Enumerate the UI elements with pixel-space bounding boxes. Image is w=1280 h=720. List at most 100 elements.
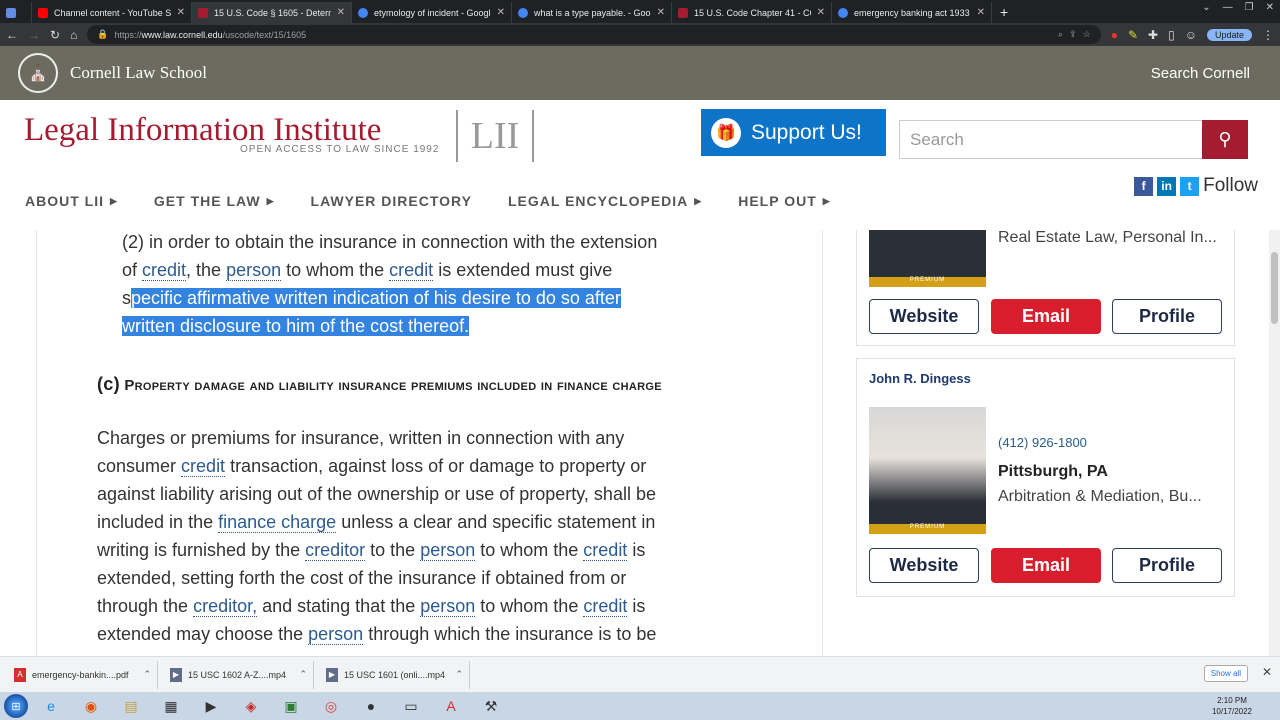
search-input[interactable] [899,120,1203,159]
folder-icon[interactable]: ▤ [114,694,148,718]
item-2-line-4: written disclosure to him of the cost th… [122,312,470,340]
link-person[interactable]: person [308,624,364,645]
link-creditor[interactable]: creditor [305,540,366,561]
website-button[interactable]: Website [869,299,979,334]
browser-tab[interactable]: what is a type payable. - Google Search✕ [512,2,672,23]
show-all-downloads-button[interactable]: Show all [1203,665,1248,682]
forward-icon[interactable]: → [28,28,40,42]
support-us-button[interactable]: 🎁 Support Us! [701,109,886,156]
close-tab-icon[interactable]: ✕ [977,7,985,18]
lii-logo-box[interactable]: LII [456,110,534,162]
nav-lawyer-directory[interactable]: LAWYER DIRECTORY [311,193,472,209]
link-finance-charge[interactable]: finance charge [218,512,337,533]
profile-button[interactable]: Profile [1112,548,1222,583]
nav-get-the-law[interactable]: GET THE LAW ▶ [154,193,275,209]
close-window-icon[interactable]: ✕ [1266,2,1274,13]
lawyer-card: PREMIUM Real Estate Law, Personal In... … [856,230,1235,346]
link-person[interactable]: person [226,260,282,281]
chevron-up-icon[interactable]: ⌃ [143,669,151,680]
zoom-icon[interactable]: ⌕ [1058,29,1063,40]
app-icon[interactable]: ◈ [234,694,268,718]
minimize-icon[interactable]: — [1223,2,1233,13]
bookmark-star-icon[interactable]: ☆ [1083,29,1091,40]
main-nav: ABOUT LII ▶ GET THE LAW ▶ LAWYER DIRECTORY… [0,172,1280,230]
browser-tab[interactable]: 15 U.S. Code Chapter 41 - CONSUMER✕ [672,2,832,23]
home-icon[interactable]: ⌂ [70,28,77,42]
control-panel-icon[interactable]: ▦ [154,694,188,718]
ie-icon[interactable]: e [34,694,68,718]
obs-icon[interactable]: ● [354,694,388,718]
link-creditor[interactable]: creditor, [193,596,258,617]
cornell-law-school-link[interactable]: Cornell Law School [70,63,207,83]
menu-dots-icon[interactable]: ⋮ [1262,28,1274,42]
item-2-line-2: of credit, the person to whom the credit… [122,260,613,281]
link-credit[interactable]: credit [142,260,187,281]
profile-avatar-icon[interactable]: ☺ [1185,28,1197,42]
linkedin-icon[interactable]: in [1157,176,1177,196]
page-scrollbar[interactable] [1269,230,1280,656]
search-cornell-link[interactable]: Search Cornell [1151,65,1250,82]
start-button[interactable]: ⊞ [4,694,28,718]
close-tab-icon[interactable]: ✕ [657,7,665,18]
chrome-icon[interactable]: ◎ [314,694,348,718]
close-tab-icon[interactable]: ✕ [817,7,825,18]
link-person[interactable]: person [420,596,476,617]
address-bar[interactable]: 🔒 https://www.law.cornell.edu/uscode/tex… [87,25,1101,44]
media-icon[interactable]: ▶ [194,694,228,718]
puzzle-icon[interactable]: ✚ [1148,28,1158,42]
acrobat-icon[interactable]: A [434,694,468,718]
share-icon[interactable]: ⇪ [1069,29,1077,40]
sidebar-icon[interactable]: ▯ [1168,28,1175,42]
browser-tab[interactable]: etymology of incident - Google Search✕ [352,2,512,23]
tools-icon[interactable]: ⚒ [474,694,508,718]
twitter-icon[interactable]: t [1180,176,1200,196]
link-credit[interactable]: credit [181,456,226,477]
back-icon[interactable]: ← [6,28,18,42]
browser-tab-active[interactable]: 15 U.S. Code § 1605 - Determination✕ [192,2,352,23]
link-credit[interactable]: credit [583,596,628,617]
close-downloads-icon[interactable]: ✕ [1262,665,1272,679]
extension-icon[interactable]: ● [1111,28,1118,42]
close-tab-icon[interactable]: ✕ [177,7,185,18]
system-clock[interactable]: 2:10 PM 10/17/2022 [1212,695,1252,717]
website-button[interactable]: Website [869,548,979,583]
link-credit[interactable]: credit [389,260,434,281]
facebook-icon[interactable]: f [1134,176,1154,196]
link-credit[interactable]: credit [583,540,628,561]
email-button[interactable]: Email [991,548,1101,583]
lawyer-photo[interactable]: PREMIUM [869,407,986,534]
extension-icon[interactable]: ✎ [1128,28,1138,42]
restore-icon[interactable]: ❐ [1245,2,1254,13]
download-item[interactable]: Aemergency-bankin....pdf ⌃ [8,660,158,689]
subsection-c-line: through the creditor, and stating that t… [97,596,646,617]
lii-favicon-icon [678,7,688,18]
notepad-icon[interactable]: ▭ [394,694,428,718]
app-icon[interactable]: ◉ [74,694,108,718]
search-button[interactable]: ⚲ [1202,120,1248,159]
reload-icon[interactable]: ↻ [50,28,60,42]
lawyer-photo[interactable]: PREMIUM [869,230,986,287]
new-tab-button[interactable]: + [992,2,1016,23]
app-icon[interactable]: ▣ [274,694,308,718]
chevron-up-icon[interactable]: ⌃ [299,669,307,680]
lawyer-phone-link[interactable]: (412) 926-1800 [998,435,1087,450]
link-person[interactable]: person [420,540,476,561]
close-tab-icon[interactable]: ✕ [337,7,345,18]
chevron-up-icon[interactable]: ⌃ [455,669,463,680]
browser-tab[interactable]: emergency banking act 1933 pdf✕ [832,2,992,23]
close-tab-icon[interactable]: ✕ [497,7,505,18]
profile-button[interactable]: Profile [1112,299,1222,334]
lawyer-name-link[interactable]: John R. Dingess [869,371,971,386]
nav-about-lii[interactable]: ABOUT LII ▶ [25,193,118,209]
cornell-seal-icon[interactable]: ⛪ [18,53,58,93]
download-item[interactable]: ▶ 15 USC 1602 A-Z....mp4 ⌃ [164,660,314,689]
email-button[interactable]: Email [991,299,1101,334]
nav-help-out[interactable]: HELP OUT ▶ [738,193,830,209]
update-button[interactable]: Update [1206,28,1252,41]
tab-search-icon[interactable]: ⌄ [1202,2,1210,13]
download-item[interactable]: ▶ 15 USC 1601 (onli....mp4 ⌃ [320,660,470,689]
nav-legal-encyclopedia[interactable]: LEGAL ENCYCLOPEDIA ▶ [508,193,702,209]
tab-search-icon[interactable] [0,2,32,23]
scrollbar-thumb[interactable] [1271,252,1278,324]
browser-tab[interactable]: Channel content - YouTube Studio✕ [32,2,192,23]
